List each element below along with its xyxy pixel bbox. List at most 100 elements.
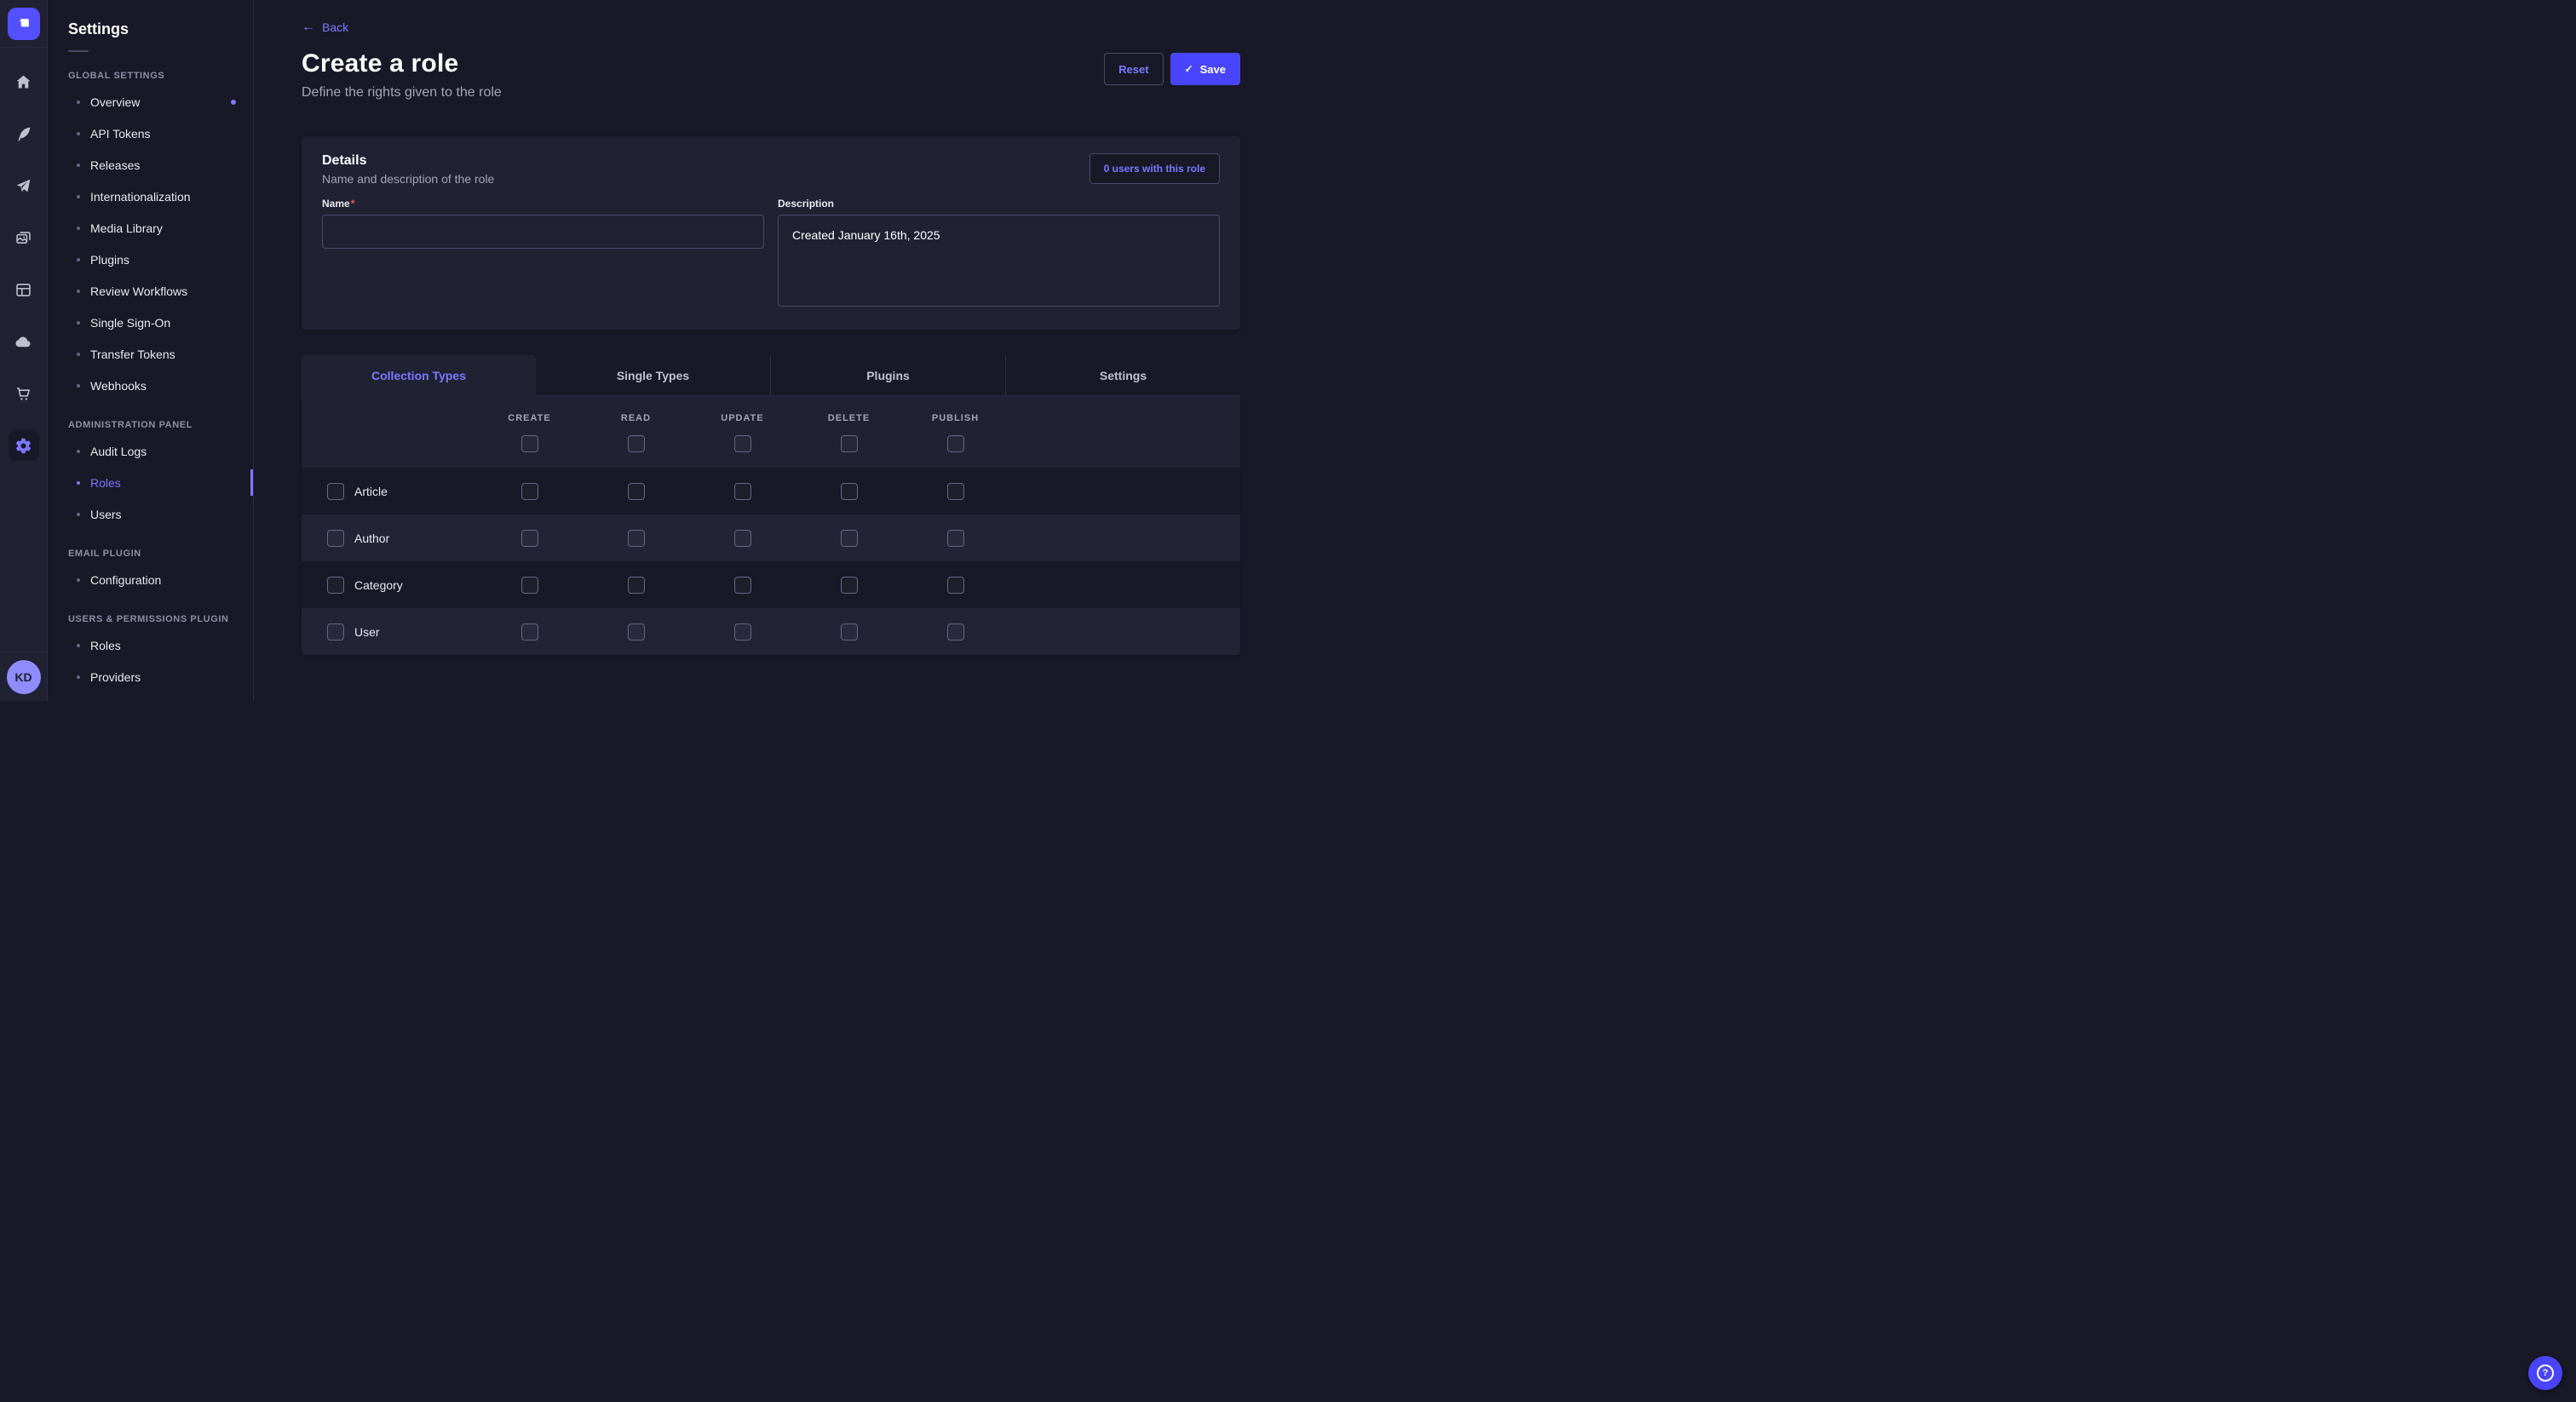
users-with-role-button[interactable]: 0 users with this role <box>1090 153 1220 184</box>
sidebar-item-configuration[interactable]: Configuration <box>48 564 253 595</box>
permission-row-category: Category <box>302 561 1240 608</box>
media-library-images-button[interactable] <box>9 222 39 253</box>
select-all-read-checkbox[interactable] <box>628 435 645 452</box>
category-read-checkbox[interactable] <box>628 577 645 594</box>
content-type-builder-feather-icon <box>14 125 32 143</box>
article-read-checkbox[interactable] <box>628 483 645 500</box>
sidebar-item-webhooks[interactable]: Webhooks <box>48 370 253 401</box>
row-label: Category <box>354 578 403 592</box>
user-avatar[interactable]: KD <box>7 660 41 694</box>
author-publish-checkbox[interactable] <box>947 530 964 547</box>
settings-gear-button[interactable] <box>9 430 39 461</box>
author-delete-checkbox[interactable] <box>841 530 858 547</box>
help-button[interactable]: ? <box>2528 1356 2562 1390</box>
user-read-checkbox[interactable] <box>628 623 645 641</box>
article-create-checkbox[interactable] <box>521 483 538 500</box>
content-type-builder-feather-button[interactable] <box>9 118 39 149</box>
sidebar-item-review-workflows[interactable]: Review Workflows <box>48 275 253 307</box>
sidebar-item-media-library[interactable]: Media Library <box>48 212 253 244</box>
name-input[interactable] <box>322 215 764 249</box>
marketplace-cart-button[interactable] <box>9 378 39 409</box>
sidebar-item-label: Transfer Tokens <box>90 348 175 361</box>
permissions-header: CREATEREADUPDATEDELETEPUBLISH <box>302 396 1240 468</box>
content-manager-layout-button[interactable] <box>9 274 39 305</box>
sidebar-item-providers[interactable]: Providers <box>48 661 253 692</box>
author-create-checkbox[interactable] <box>521 530 538 547</box>
sidebar-item-label: Roles <box>90 476 121 490</box>
rail-bottom: KD <box>0 652 47 701</box>
author-update-checkbox[interactable] <box>734 530 751 547</box>
article-update-checkbox[interactable] <box>734 483 751 500</box>
sidebar-item-label: Providers <box>90 670 141 684</box>
sidebar-item-single-sign-on[interactable]: Single Sign-On <box>48 307 253 338</box>
releases-paper-plane-button[interactable] <box>9 170 39 201</box>
tab-single-types[interactable]: Single Types <box>536 355 771 396</box>
category-update-checkbox[interactable] <box>734 577 751 594</box>
sidebar-item-label: API Tokens <box>90 127 151 141</box>
select-row-article-checkbox[interactable] <box>327 483 344 500</box>
sidebar-item-api-tokens[interactable]: API Tokens <box>48 118 253 149</box>
nav-section-label: ADMINISTRATION PANEL <box>48 420 253 430</box>
active-indicator <box>250 469 253 496</box>
back-link[interactable]: ← Back <box>302 20 348 34</box>
name-field-group: Name* <box>322 198 764 309</box>
user-create-checkbox[interactable] <box>521 623 538 641</box>
bullet-icon <box>77 164 80 167</box>
details-subtitle: Name and description of the role <box>322 172 494 186</box>
category-delete-checkbox[interactable] <box>841 577 858 594</box>
article-delete-checkbox[interactable] <box>841 483 858 500</box>
home-button[interactable] <box>9 66 39 97</box>
reset-button[interactable]: Reset <box>1104 53 1163 85</box>
select-all-create-checkbox[interactable] <box>521 435 538 452</box>
select-all-update-checkbox[interactable] <box>734 435 751 452</box>
author-read-checkbox[interactable] <box>628 530 645 547</box>
main-content: ← Back Create a role Define the rights g… <box>254 0 1288 701</box>
sidebar-item-plugins[interactable]: Plugins <box>48 244 253 275</box>
strapi-logo-button[interactable] <box>0 0 47 48</box>
select-all-delete-checkbox[interactable] <box>841 435 858 452</box>
home-icon <box>14 73 32 91</box>
help-icon: ? <box>2537 1365 2554 1382</box>
category-publish-checkbox[interactable] <box>947 577 964 594</box>
sidebar-item-overview[interactable]: Overview <box>48 86 253 118</box>
select-all-publish-checkbox[interactable] <box>947 435 964 452</box>
row-label: Author <box>354 531 389 545</box>
save-button[interactable]: ✓ Save <box>1170 53 1240 85</box>
user-update-checkbox[interactable] <box>734 623 751 641</box>
select-row-category-checkbox[interactable] <box>327 577 344 594</box>
tab-collection-types[interactable]: Collection Types <box>302 355 536 396</box>
bullet-icon <box>77 578 80 582</box>
sidebar-item-releases[interactable]: Releases <box>48 149 253 181</box>
permissions-rows: ArticleAuthorCategoryUser <box>302 468 1240 655</box>
bullet-icon <box>77 321 80 325</box>
sidebar-item-label: Releases <box>90 158 140 172</box>
sidebar-item-roles[interactable]: Roles <box>48 467 253 498</box>
sidebar-item-transfer-tokens[interactable]: Transfer Tokens <box>48 338 253 370</box>
settings-subnav: Settings GLOBAL SETTINGSOverviewAPI Toke… <box>48 0 254 701</box>
sidebar-item-label: Single Sign-On <box>90 316 170 330</box>
sidebar-item-audit-logs[interactable]: Audit Logs <box>48 435 253 467</box>
sidebar-item-users[interactable]: Users <box>48 498 253 530</box>
bullet-icon <box>77 353 80 356</box>
sidebar-item-internationalization[interactable]: Internationalization <box>48 181 253 212</box>
tab-plugins[interactable]: Plugins <box>771 355 1006 396</box>
settings-gear-icon <box>14 437 32 455</box>
user-delete-checkbox[interactable] <box>841 623 858 641</box>
sidebar-item-label: Plugins <box>90 253 129 267</box>
tab-settings[interactable]: Settings <box>1006 355 1240 396</box>
category-create-checkbox[interactable] <box>521 577 538 594</box>
select-row-user-checkbox[interactable] <box>327 623 344 641</box>
description-textarea[interactable]: Created January 16th, 2025 <box>778 215 1220 307</box>
rail-icon-list <box>9 66 39 461</box>
sidebar-item-label: Roles <box>90 639 121 652</box>
select-row-author-checkbox[interactable] <box>327 530 344 547</box>
article-publish-checkbox[interactable] <box>947 483 964 500</box>
sidebar-item-roles[interactable]: Roles <box>48 629 253 661</box>
user-publish-checkbox[interactable] <box>947 623 964 641</box>
page-header: Create a role Define the rights given to… <box>302 49 1240 101</box>
bullet-icon <box>77 513 80 516</box>
column-label-update: UPDATE <box>689 413 796 423</box>
bullet-icon <box>77 481 80 485</box>
permissions-selectall-row <box>302 435 1240 452</box>
cloud-button[interactable] <box>9 326 39 357</box>
